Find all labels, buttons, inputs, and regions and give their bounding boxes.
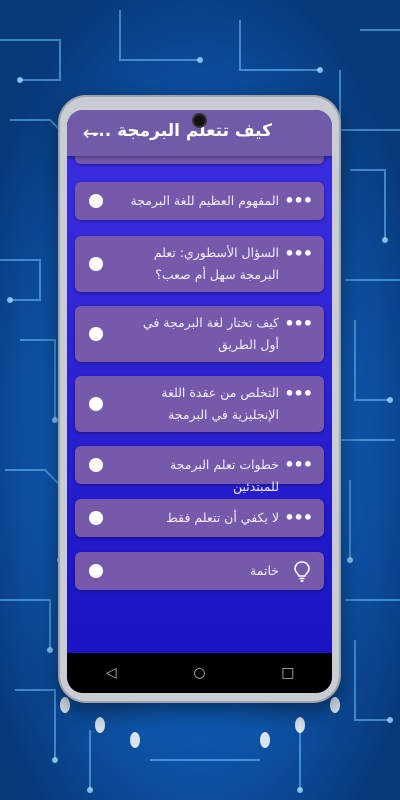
radio-button[interactable] bbox=[89, 327, 103, 341]
item-label: السؤال الأسطوري: تعلم البرمجة سهل أم صعب… bbox=[153, 245, 279, 282]
nav-back-button[interactable]: ◁ bbox=[96, 665, 126, 681]
item-label: المفهوم العظيم للغة البرمجة bbox=[130, 193, 279, 208]
radio-button[interactable] bbox=[89, 194, 103, 208]
item-label: خطوات تعلم البرمجة للمبتدئين bbox=[169, 457, 279, 494]
lightbulb-icon bbox=[294, 561, 310, 582]
list-item[interactable]: المفهوم العظيم للغة البرمجة ••• bbox=[75, 182, 324, 220]
chapter-list: المفهوم العظيم للغة البرمجة ••• السؤال ا… bbox=[67, 146, 332, 653]
more-dots-icon[interactable]: ••• bbox=[284, 384, 313, 403]
radio-button[interactable] bbox=[89, 257, 103, 271]
more-dots-icon[interactable]: ••• bbox=[284, 191, 313, 210]
list-item[interactable]: خطوات تعلم البرمجة للمبتدئين ••• bbox=[75, 446, 324, 494]
radio-button[interactable] bbox=[89, 564, 103, 578]
more-dots-icon[interactable]: ••• bbox=[284, 244, 313, 263]
radio-button[interactable] bbox=[89, 511, 103, 525]
android-nav-bar: ◁ ○ □ bbox=[67, 653, 332, 693]
list-item[interactable]: لا يكفي أن تتعلم فقط ••• bbox=[75, 499, 324, 537]
list-item[interactable]: خاتمة bbox=[75, 552, 324, 590]
list-item[interactable]: كيف تختار لغة البرمجة في أول الطريق ••• bbox=[75, 306, 324, 362]
more-dots-icon[interactable]: ••• bbox=[284, 508, 313, 527]
list-item[interactable]: السؤال الأسطوري: تعلم البرمجة سهل أم صعب… bbox=[75, 236, 324, 292]
list-item[interactable]: التخلص من عقدة اللغة الإنجليزية في البرم… bbox=[75, 376, 324, 432]
radio-button[interactable] bbox=[89, 397, 103, 411]
item-label: لا يكفي أن تتعلم فقط bbox=[166, 510, 279, 525]
item-label: خاتمة bbox=[250, 563, 279, 578]
app-screen: ← كيف تتعلم البرمجة ... المفهوم العظيم ل… bbox=[67, 110, 332, 693]
radio-button[interactable] bbox=[89, 458, 103, 472]
nav-recents-button[interactable]: □ bbox=[273, 665, 303, 681]
item-label: التخلص من عقدة اللغة الإنجليزية في البرم… bbox=[161, 385, 279, 422]
page-title: كيف تتعلم البرمجة ... bbox=[91, 121, 272, 141]
nav-home-button[interactable]: ○ bbox=[184, 665, 214, 681]
camera-icon bbox=[194, 115, 205, 126]
item-label: كيف تختار لغة البرمجة في أول الطريق bbox=[142, 315, 279, 352]
more-dots-icon[interactable]: ••• bbox=[284, 455, 313, 474]
more-dots-icon[interactable]: ••• bbox=[284, 314, 313, 333]
